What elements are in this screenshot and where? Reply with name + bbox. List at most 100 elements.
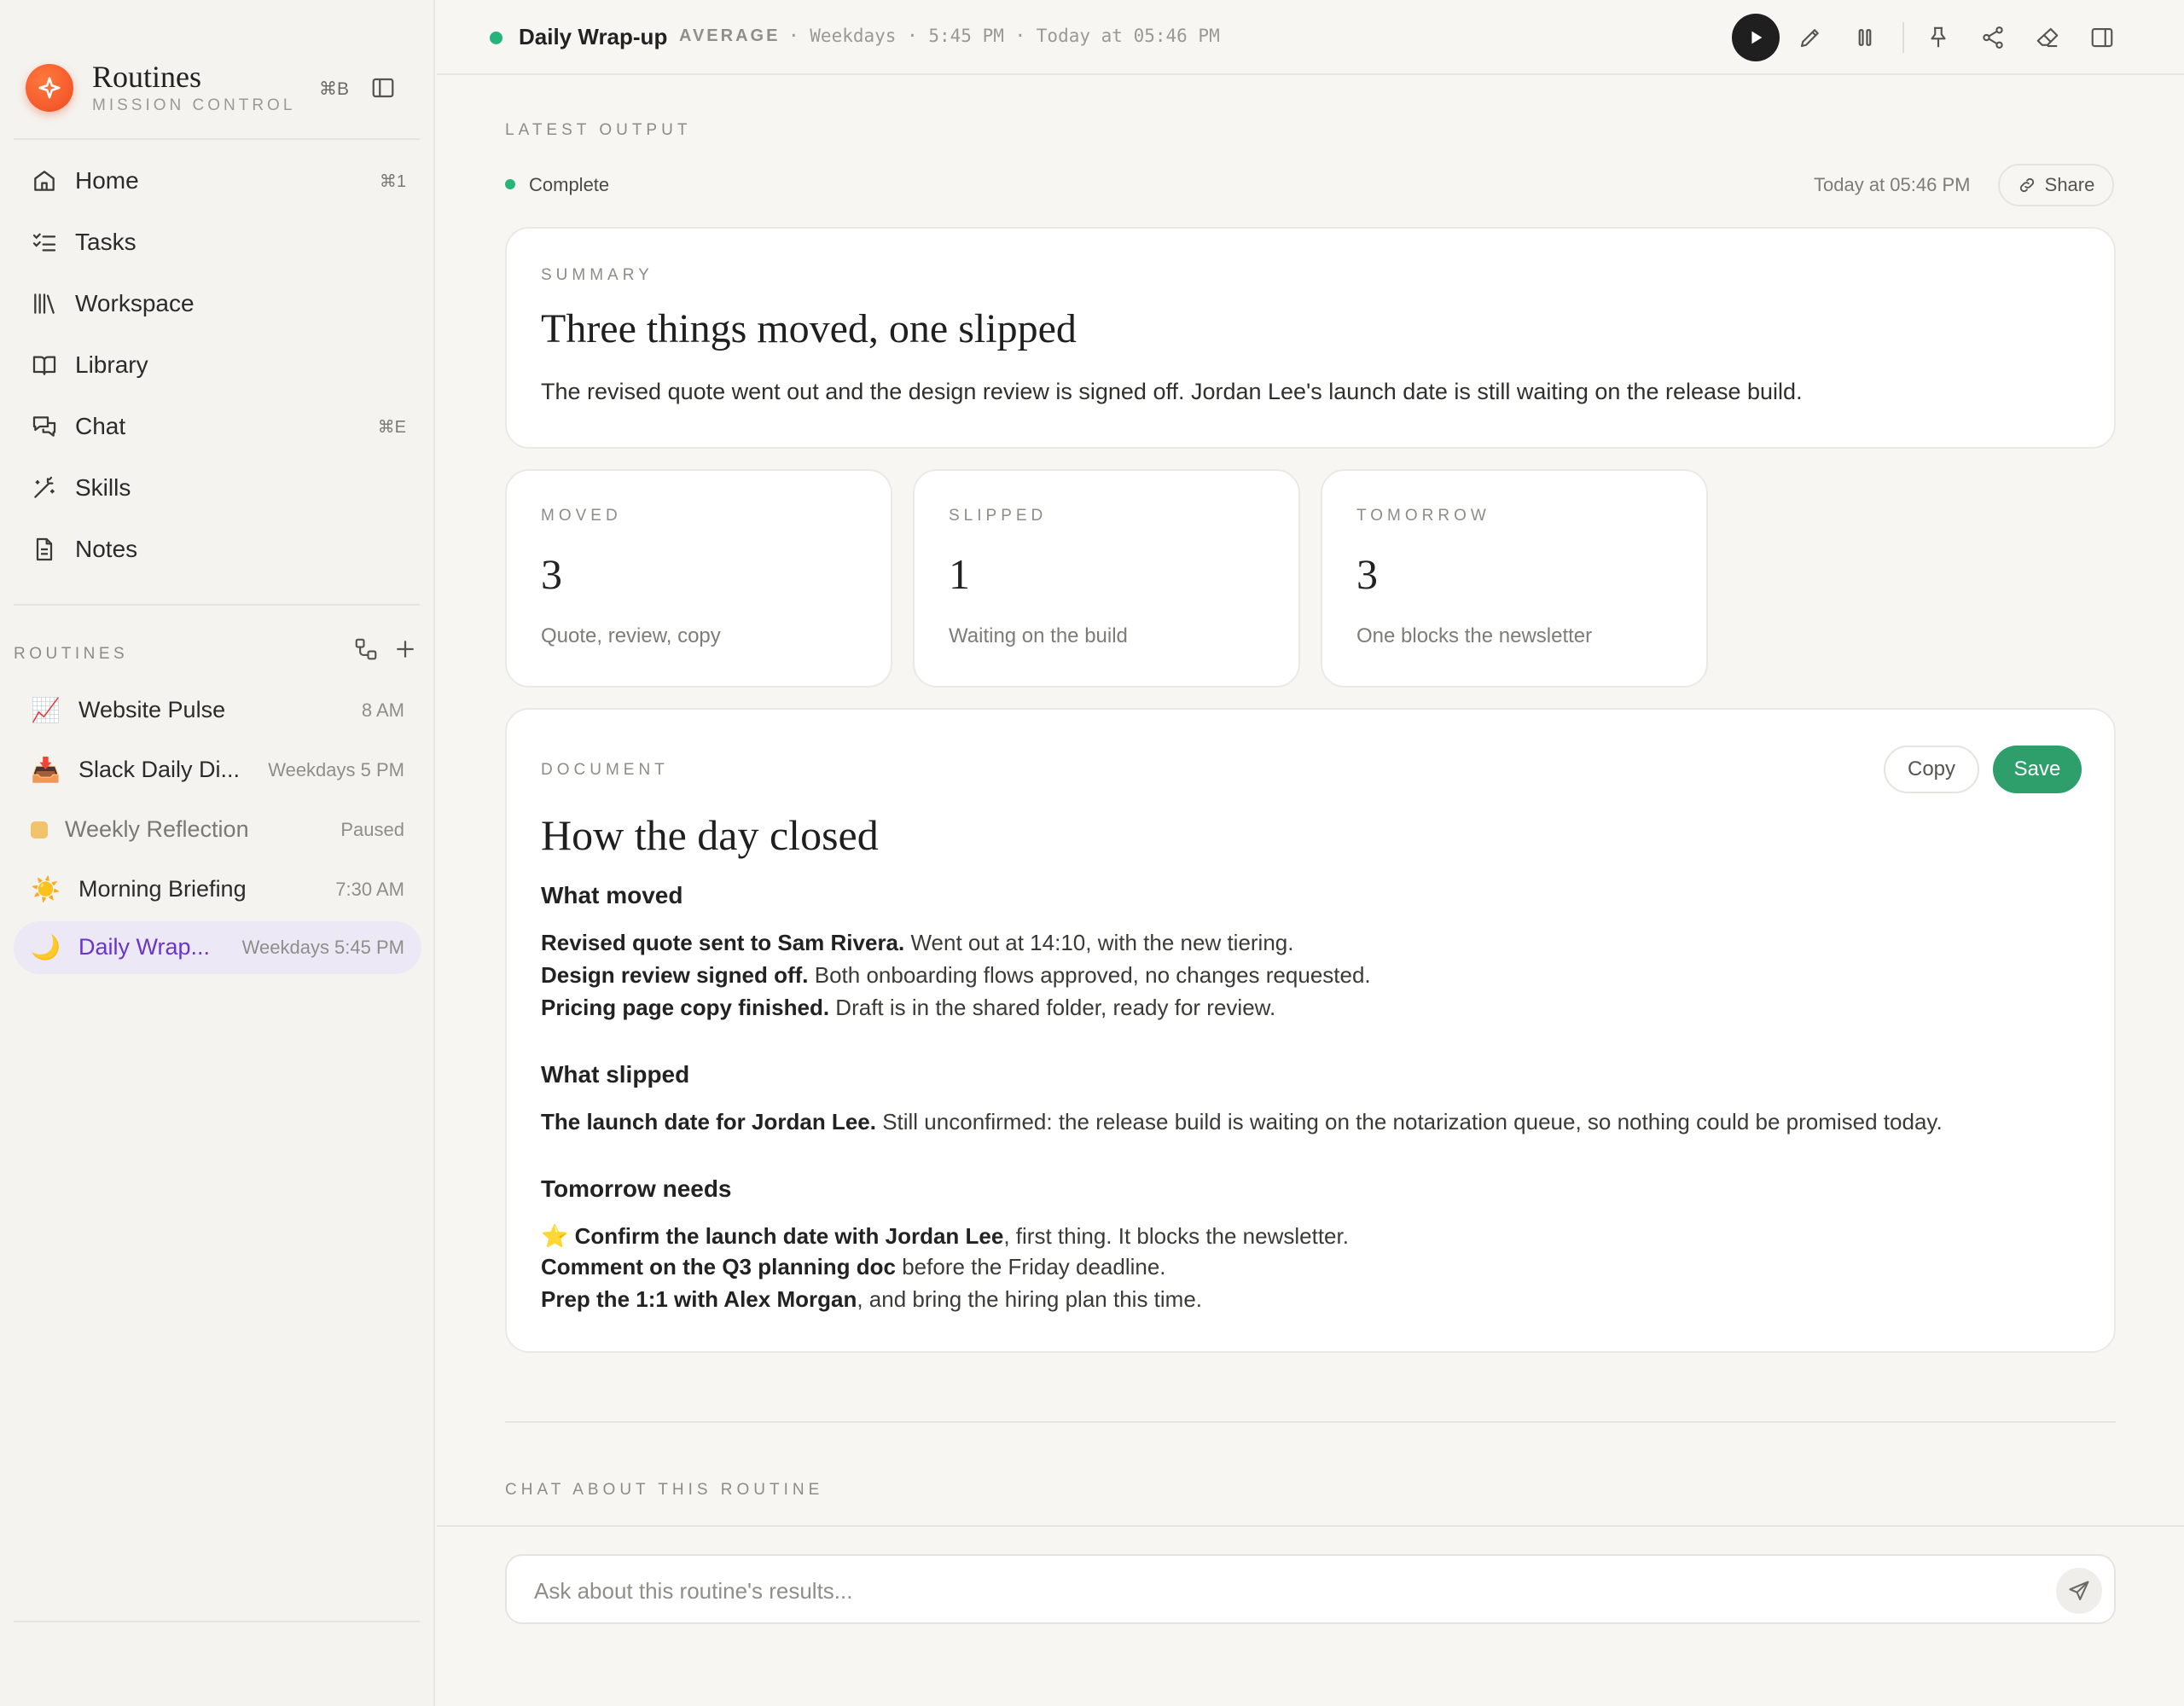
magic-wand-icon xyxy=(31,474,58,502)
sidebar-divider xyxy=(14,604,420,606)
routine-schedule: Weekdays 5 PM xyxy=(268,759,404,780)
stat-card-tomorrow: TOMORROW 3 One blocks the newsletter xyxy=(1321,469,1708,688)
send-button[interactable] xyxy=(2056,1568,2102,1614)
routine-item-weekly-reflection[interactable]: Weekly Reflection Paused xyxy=(14,804,421,856)
chart-emoji-icon: 📈 xyxy=(31,697,61,723)
doc-line-text: , first thing. It blocks the newsletter. xyxy=(1003,1223,1349,1249)
output-timestamp: Today at 05:46 PM xyxy=(1814,174,1971,195)
moon-emoji-icon: 🌙 xyxy=(31,934,61,960)
routine-schedule: 8 AM xyxy=(361,699,404,721)
top-bar: Daily Wrap-up AVERAGE · Weekdays · 5:45 … xyxy=(437,0,2184,75)
run-button[interactable] xyxy=(1732,14,1780,61)
pencil-icon xyxy=(1800,29,1819,48)
doc-line-bold: Design review signed off. xyxy=(541,962,809,988)
share-link-button[interactable]: Share xyxy=(1998,164,2114,206)
doc-line: Design review signed off. Both onboardin… xyxy=(541,962,1371,989)
output-status: Complete xyxy=(529,174,610,195)
document-icon xyxy=(31,536,58,563)
toggle-panel-button[interactable] xyxy=(2085,20,2119,55)
routine-title: Daily Wrap-up xyxy=(519,24,668,49)
sidebar-divider xyxy=(14,1621,420,1622)
stat-subtext: Waiting on the build xyxy=(949,624,1128,647)
side-panel-icon xyxy=(2091,27,2113,48)
doc-line-bold: Confirm the launch date with Jordan Lee xyxy=(574,1223,1004,1249)
doc-line: Revised quote sent to Sam Rivera. Went o… xyxy=(541,930,1293,956)
pause-button[interactable] xyxy=(1848,20,1882,55)
stat-value: 3 xyxy=(541,550,562,598)
doc-line-text: Still unconfirmed: the release build is … xyxy=(875,1109,1943,1134)
nav-item-tasks[interactable]: Tasks xyxy=(14,215,420,270)
nav-item-home[interactable]: Home ⌘1 xyxy=(14,154,420,208)
pin-button[interactable] xyxy=(1921,20,1955,55)
stat-label: SLIPPED xyxy=(949,507,1048,525)
doc-line-bold: Pricing page copy finished. xyxy=(541,995,830,1020)
sidebar: Routines MISSION CONTROL ⌘B Home ⌘1 Task… xyxy=(0,0,435,1706)
section-heading: Tomorrow needs xyxy=(541,1175,732,1202)
sun-emoji-icon: ☀️ xyxy=(31,876,61,902)
routine-meta: · Weekdays · 5:45 PM · Today at 05:46 PM xyxy=(788,26,1220,46)
summary-label: SUMMARY xyxy=(541,266,653,284)
latest-output-label: LATEST OUTPUT xyxy=(505,121,692,139)
library-icon xyxy=(31,290,58,317)
nav-item-library[interactable]: Library xyxy=(14,338,420,392)
routine-item-slack-daily-digest[interactable]: 📥 Slack Daily Di... Weekdays 5 PM xyxy=(14,744,421,797)
checklist-icon xyxy=(31,229,58,256)
nav-label: Home xyxy=(75,167,139,194)
sidebar-divider xyxy=(14,138,420,140)
flow-icon[interactable] xyxy=(353,636,379,662)
section-heading: What moved xyxy=(541,882,683,908)
complete-status-icon xyxy=(505,179,515,189)
send-icon xyxy=(2069,1581,2089,1600)
nav-shortcut: ⌘1 xyxy=(379,171,406,191)
doc-line-text: Went out at 14:10, with the new tiering. xyxy=(904,930,1294,955)
nav-item-notes[interactable]: Notes xyxy=(14,522,420,577)
stat-subtext: One blocks the newsletter xyxy=(1356,624,1593,647)
nav-item-skills[interactable]: Skills xyxy=(14,461,420,515)
copy-button[interactable]: Copy xyxy=(1884,746,1979,793)
document-label: DOCUMENT xyxy=(541,761,669,779)
doc-line: Comment on the Q3 planning doc before th… xyxy=(541,1254,1166,1280)
link-icon xyxy=(2019,177,2034,193)
stat-subtext: Quote, review, copy xyxy=(541,624,721,647)
nav-label: Chat xyxy=(75,413,126,439)
doc-line: ⭐ Confirm the launch date with Jordan Le… xyxy=(541,1223,1349,1250)
sidebar-shortcut: ⌘B xyxy=(319,79,350,99)
home-icon xyxy=(31,167,58,194)
routine-level-badge: AVERAGE xyxy=(679,26,781,45)
nav-item-workspace[interactable]: Workspace xyxy=(14,276,420,331)
share-label: Share xyxy=(2044,174,2095,195)
doc-line-text: Both onboarding flows approved, no chang… xyxy=(808,962,1371,988)
routine-item-morning-briefing[interactable]: ☀️ Morning Briefing 7:30 AM xyxy=(14,863,421,916)
stat-card-moved: MOVED 3 Quote, review, copy xyxy=(505,469,892,688)
save-button[interactable]: Save xyxy=(1993,746,2082,793)
routine-name: Website Pulse xyxy=(78,697,226,722)
doc-line: Pricing page copy finished. Draft is in … xyxy=(541,995,1275,1021)
paused-status-icon xyxy=(31,821,48,838)
share-button[interactable] xyxy=(1976,20,2010,55)
summary-headline: Three things moved, one slipped xyxy=(541,306,1077,351)
edit-button[interactable] xyxy=(1793,20,1827,55)
add-routine-icon[interactable] xyxy=(392,636,418,662)
doc-line-text: , and bring the hiring plan this time. xyxy=(857,1286,1203,1312)
routine-schedule: Paused xyxy=(340,819,404,840)
doc-line: Prep the 1:1 with Alex Morgan, and bring… xyxy=(541,1286,1202,1313)
play-icon xyxy=(1751,31,1763,44)
brand: Routines MISSION CONTROL xyxy=(26,60,295,116)
doc-line-bold: Prep the 1:1 with Alex Morgan xyxy=(541,1286,857,1312)
sidebar-toggle-icon[interactable] xyxy=(370,75,396,101)
routine-name: Slack Daily Di... xyxy=(78,757,241,782)
sparkle-logo-icon xyxy=(26,64,73,112)
brand-title: Routines xyxy=(92,60,202,94)
content-divider xyxy=(505,1421,2116,1423)
routine-item-daily-wrap-up[interactable]: 🌙 Daily Wrap... Weekdays 5:45 PM xyxy=(14,921,421,974)
doc-line-text: before the Friday deadline. xyxy=(896,1254,1166,1280)
clear-button[interactable] xyxy=(2030,20,2065,55)
status-dot-icon xyxy=(490,32,502,44)
doc-line-bold: Comment on the Q3 planning doc xyxy=(541,1254,896,1280)
routine-item-website-pulse[interactable]: 📈 Website Pulse 8 AM xyxy=(14,684,421,737)
stat-label: MOVED xyxy=(541,507,622,525)
chat-input[interactable] xyxy=(532,1573,1986,1609)
nav-label: Tasks xyxy=(75,229,136,255)
nav-item-chat[interactable]: Chat ⌘E xyxy=(14,399,420,454)
composer-divider xyxy=(437,1525,2184,1527)
